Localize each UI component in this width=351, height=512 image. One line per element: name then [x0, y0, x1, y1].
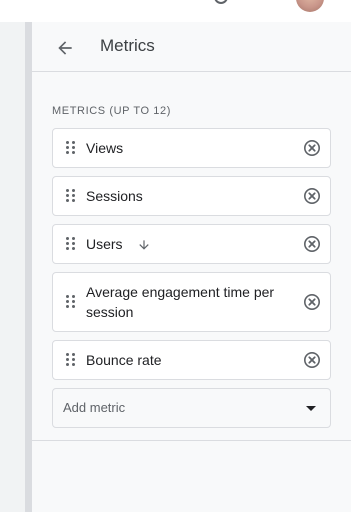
metric-label: Average engagement time per session	[86, 284, 275, 320]
drag-handle-icon[interactable]	[66, 237, 76, 251]
drag-handle-icon[interactable]	[66, 295, 76, 309]
metric-label: Sessions	[86, 188, 143, 204]
remove-metric-icon[interactable]	[303, 293, 321, 311]
drag-handle-icon[interactable]	[66, 353, 76, 367]
sort-descending-icon[interactable]	[137, 238, 151, 252]
remove-metric-icon[interactable]	[303, 187, 321, 205]
add-metric-dropdown[interactable]: Add metric	[52, 388, 331, 428]
help-icon[interactable]	[214, 0, 228, 4]
panel-header: Metrics	[32, 22, 351, 72]
drag-handle-icon[interactable]	[66, 189, 76, 203]
metric-label: Views	[86, 140, 124, 156]
left-pane	[0, 22, 25, 512]
metric-item-bounce-rate[interactable]: Bounce rate	[52, 340, 331, 380]
dropdown-arrow-icon	[306, 406, 316, 411]
remove-metric-icon[interactable]	[303, 235, 321, 253]
remove-metric-icon[interactable]	[303, 139, 321, 157]
metric-item-views[interactable]: Views	[52, 128, 331, 168]
avatar[interactable]	[296, 0, 324, 12]
metric-label: Bounce rate	[86, 352, 162, 368]
page-title: Metrics	[100, 36, 155, 55]
metric-label: Users	[86, 236, 123, 252]
panel-footer-area	[32, 441, 351, 512]
metrics-panel: Metrics METRICS (UP TO 12) Views Session…	[32, 22, 351, 512]
arrow-back-icon	[58, 41, 72, 55]
section-label: METRICS (UP TO 12)	[52, 105, 171, 117]
metric-item-users[interactable]: Users	[52, 224, 331, 264]
back-button[interactable]	[52, 35, 78, 61]
metric-item-avg-engagement-time[interactable]: Average engagement time per session	[52, 272, 331, 332]
drag-handle-icon[interactable]	[66, 141, 76, 155]
top-bar	[0, 0, 351, 22]
remove-metric-icon[interactable]	[303, 351, 321, 369]
metric-item-sessions[interactable]: Sessions	[52, 176, 331, 216]
add-metric-placeholder: Add metric	[63, 400, 126, 415]
panel-divider	[25, 22, 32, 512]
